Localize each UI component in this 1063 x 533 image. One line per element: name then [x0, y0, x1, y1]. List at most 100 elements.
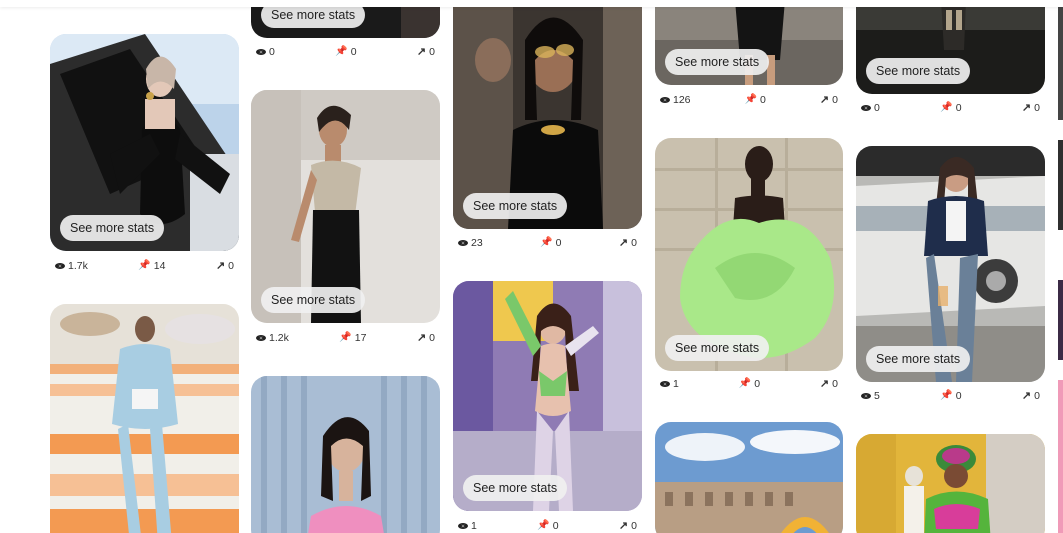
edge-partial-pin — [1058, 140, 1063, 230]
edge-partial-pin — [1058, 380, 1063, 533]
outbound-count: 0 — [429, 46, 435, 58]
pin-card[interactable]: See more stats — [251, 90, 440, 323]
saves-count: 0 — [552, 520, 559, 532]
pin-metrics: 0 📌 0 ↗ 0 — [256, 45, 435, 59]
pin-card[interactable] — [251, 376, 440, 533]
views-count: 1.2k — [269, 332, 289, 344]
eye-icon — [861, 103, 871, 113]
pin-image[interactable]: See more stats — [856, 146, 1045, 382]
pin-card[interactable] — [655, 422, 843, 533]
pin-image[interactable]: See more stats — [655, 0, 843, 85]
outbound-count: 0 — [429, 332, 435, 344]
views-metric: 5 — [861, 390, 880, 402]
pin-image[interactable]: See more stats — [251, 90, 440, 323]
eye-icon — [660, 95, 670, 105]
views-metric: 0 — [256, 46, 275, 58]
views-metric: 0 — [861, 102, 880, 114]
pin-image[interactable]: See more stats — [453, 281, 642, 511]
outbound-arrow-icon: ↗ — [1021, 390, 1032, 402]
pin-image[interactable]: See more stats — [50, 34, 239, 251]
views-metric: 1 — [660, 378, 679, 390]
pin-icon: 📌 — [540, 237, 553, 248]
outbound-metric: ↗ 0 — [417, 332, 435, 344]
pin-card[interactable]: See more stats — [655, 138, 843, 371]
pin-image[interactable] — [50, 304, 239, 533]
pin-card[interactable]: See more stats — [453, 0, 642, 229]
outbound-metric: ↗ 0 — [417, 46, 435, 58]
views-metric: 126 — [660, 94, 691, 106]
pin-metrics: 0 📌 0 ↗ 0 — [861, 101, 1040, 115]
saves-metric: 📌 0 — [940, 390, 961, 402]
pin-icon: 📌 — [537, 520, 550, 531]
see-more-stats-button[interactable]: See more stats — [665, 49, 770, 75]
pin-icon: 📌 — [940, 102, 953, 113]
pin-card[interactable]: See more stats — [453, 281, 642, 511]
pin-card[interactable]: See more stats — [856, 146, 1045, 382]
pin-card[interactable] — [856, 434, 1045, 533]
outbound-metric: ↗ 0 — [1022, 390, 1040, 402]
pin-image[interactable]: See more stats — [856, 0, 1045, 94]
pin-photo-illustration — [856, 434, 1045, 533]
outbound-metric: ↗ 0 — [1022, 102, 1040, 114]
outbound-metric: ↗ 0 — [619, 520, 637, 532]
pin-image[interactable] — [856, 434, 1045, 533]
see-more-stats-button[interactable]: See more stats — [261, 287, 366, 313]
see-more-stats-button[interactable]: See more stats — [866, 58, 971, 84]
pin-image[interactable]: See more stats — [453, 0, 642, 229]
outbound-count: 0 — [228, 260, 234, 272]
see-more-stats-button[interactable]: See more stats — [463, 193, 568, 219]
top-bar — [0, 0, 1063, 7]
pin-image[interactable] — [655, 422, 843, 533]
outbound-arrow-icon: ↗ — [1021, 102, 1032, 114]
views-metric: 1.2k — [256, 332, 289, 344]
pin-icon: 📌 — [940, 390, 953, 401]
outbound-count: 0 — [832, 378, 838, 390]
edge-partial-pin — [1058, 280, 1063, 360]
see-more-stats-button[interactable]: See more stats — [866, 346, 971, 372]
pin-image[interactable] — [251, 376, 440, 533]
saves-count: 0 — [350, 46, 357, 58]
pin-photo-illustration — [251, 376, 440, 533]
outbound-arrow-icon: ↗ — [618, 520, 629, 532]
saves-count: 0 — [555, 237, 562, 249]
pin-card[interactable]: See more stats — [856, 0, 1045, 94]
outbound-count: 0 — [631, 520, 637, 532]
outbound-metric: ↗ 0 — [820, 378, 838, 390]
eye-icon — [55, 261, 65, 271]
views-count: 1.7k — [68, 260, 88, 272]
saves-count: 17 — [354, 332, 367, 344]
pin-card[interactable]: See more stats — [655, 0, 843, 85]
views-count: 0 — [269, 46, 275, 58]
pin-metrics: 23 📌 0 ↗ 0 — [458, 236, 637, 250]
saves-metric: 📌 0 — [540, 237, 561, 249]
outbound-count: 0 — [631, 237, 637, 249]
pin-metrics: 1 📌 0 ↗ 0 — [660, 377, 838, 391]
outbound-arrow-icon: ↗ — [416, 46, 427, 58]
see-more-stats-button[interactable]: See more stats — [463, 475, 568, 501]
saves-metric: 📌 17 — [339, 332, 366, 344]
see-more-stats-button[interactable]: See more stats — [665, 335, 770, 361]
views-count: 23 — [471, 237, 483, 249]
outbound-arrow-icon: ↗ — [416, 332, 427, 344]
pin-image[interactable]: See more stats — [655, 138, 843, 371]
pin-metrics: 1.7k 📌 14 ↗ 0 — [55, 259, 234, 273]
saves-metric: 📌 0 — [335, 46, 356, 58]
outbound-arrow-icon: ↗ — [819, 94, 830, 106]
pin-card[interactable]: See more stats — [50, 34, 239, 251]
saves-metric: 📌 0 — [739, 378, 760, 390]
saves-metric: 📌 0 — [745, 94, 766, 106]
eye-icon — [256, 47, 266, 57]
saves-count: 0 — [754, 378, 761, 390]
outbound-count: 0 — [832, 94, 838, 106]
outbound-metric: ↗ 0 — [619, 237, 637, 249]
pin-photo-illustration — [50, 304, 239, 533]
edge-partial-pin — [1058, 0, 1063, 120]
saves-count: 14 — [153, 260, 166, 272]
pin-card[interactable] — [50, 304, 239, 533]
eye-icon — [861, 391, 871, 401]
saves-count: 0 — [955, 390, 962, 402]
views-metric: 1 — [458, 520, 477, 532]
see-more-stats-button[interactable]: See more stats — [60, 215, 165, 241]
pin-icon: 📌 — [138, 260, 151, 271]
views-count: 1 — [471, 520, 477, 532]
